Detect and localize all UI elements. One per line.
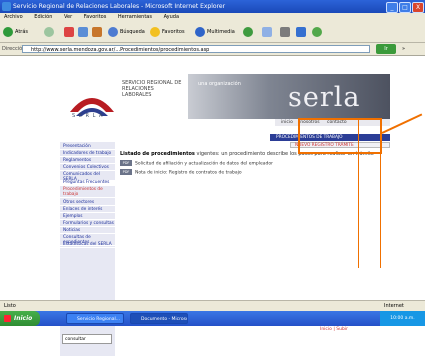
nav-item-reglamentos[interactable]: Reglamentos [60, 158, 115, 164]
address-bar: Dirección http://www.serla.mendoza.gov.a… [0, 43, 425, 56]
start-button[interactable]: Inicio [0, 311, 40, 326]
refresh-icon [78, 26, 88, 37]
stop-button[interactable] [64, 26, 76, 38]
highlight-annotation [298, 118, 382, 154]
go-button[interactable]: Ir [376, 44, 396, 54]
site-search-input[interactable]: consultar [62, 334, 112, 344]
print-button[interactable] [280, 26, 292, 38]
history-icon [243, 26, 253, 37]
menu-tools[interactable]: Herramientas [118, 14, 152, 20]
menu-help[interactable]: Ayuda [164, 14, 179, 20]
menu-view[interactable]: Ver [64, 14, 72, 20]
forward-arrow-icon [44, 26, 54, 37]
nav-item-formularios[interactable]: Formularios y consultas [60, 221, 115, 227]
stop-icon [64, 26, 74, 37]
nav-item-otros[interactable]: Otros sectores [60, 200, 115, 206]
highlight-guide-left [358, 118, 359, 268]
ie-icon [2, 2, 11, 11]
pdf-icon: PDF [120, 169, 132, 175]
banner-logo-text: serla [288, 82, 361, 113]
edit-button[interactable] [296, 26, 308, 38]
window-title: Servicio Regional de Relaciones Laborale… [13, 3, 226, 10]
windows-logo-icon [4, 315, 11, 322]
home-button[interactable] [92, 26, 104, 38]
nav-item-convenios[interactable]: Convenios Colectivos [60, 165, 115, 171]
print-icon [280, 26, 290, 37]
messenger-icon [312, 26, 322, 37]
nav-item-indicadores[interactable]: Indicadores de trabajo [60, 151, 115, 157]
list-item[interactable]: PDF Nota de inicio: Registro de contratos… [120, 169, 390, 177]
taskbar-item-browser[interactable]: Servicio Regional... [66, 313, 124, 324]
logo-text: S E R L A [72, 113, 104, 119]
status-text: Listo [4, 303, 16, 309]
mail-icon [262, 26, 272, 37]
mail-button[interactable] [262, 26, 274, 38]
topnav-home[interactable]: inicio [281, 120, 293, 125]
media-icon [195, 26, 205, 37]
menu-edit[interactable]: Edición [34, 14, 52, 20]
search-icon [108, 26, 118, 37]
nav-item-estadisticas[interactable]: Estadísticas del SERLA [60, 242, 115, 248]
back-button[interactable]: Atrás [3, 26, 28, 38]
nav-item-noticias[interactable]: Noticias [60, 228, 115, 234]
close-button[interactable]: X [412, 2, 424, 13]
nav-item-enlaces[interactable]: Enlaces de interés [60, 207, 115, 213]
header-organization-text: SERVICIO REGIONAL DE RELACIONES LABORALE… [122, 80, 182, 98]
forward-button[interactable] [44, 26, 56, 38]
history-button[interactable] [243, 26, 255, 38]
menu-file[interactable]: Archivo [4, 14, 23, 20]
status-bar: Listo Internet [0, 300, 425, 311]
refresh-button[interactable] [78, 26, 90, 38]
taskbar: Inicio Servicio Regional... Documento - … [0, 311, 425, 326]
banner-tagline: una organización [198, 81, 241, 87]
star-icon [150, 26, 160, 37]
nav-item-ejemplos[interactable]: Ejemplos [60, 214, 115, 220]
favorites-button[interactable]: Favoritos [150, 26, 185, 38]
address-input[interactable]: http://www.serla.mendoza.gov.ar/...Proce… [22, 45, 370, 53]
list-item[interactable]: PDF Solicitud de afiliación y actualizaci… [120, 160, 390, 168]
edit-icon [296, 26, 306, 37]
nav-item-preguntas[interactable]: Preguntas Frecuentes [60, 180, 115, 186]
search-button[interactable]: Búsqueda [108, 26, 145, 38]
menu-bar: Archivo Edición Ver Favoritos Herramient… [0, 13, 425, 22]
taskbar-item-document[interactable]: Documento - Microsoft... [130, 313, 188, 324]
back-arrow-icon [3, 26, 13, 37]
minimize-button[interactable]: _ [386, 2, 398, 13]
home-icon [92, 26, 102, 37]
links-chevron[interactable]: » [402, 43, 405, 55]
highlight-guide-right [380, 118, 381, 268]
maximize-button[interactable]: □ [399, 2, 411, 13]
system-tray: 10:00 a.m. [380, 311, 425, 326]
browser-viewport: S E R L A SERVICIO REGIONAL DE RELACIONE… [0, 56, 425, 356]
menu-favorites[interactable]: Favoritos [84, 14, 107, 20]
web-page: S E R L A SERVICIO REGIONAL DE RELACIONE… [60, 74, 390, 356]
nav-item-presentacion[interactable]: Presentación [60, 144, 115, 150]
pdf-icon: PDF [120, 160, 132, 166]
messenger-button[interactable] [312, 26, 324, 38]
zone-text: Internet [384, 303, 404, 309]
nav-item-procedimientos[interactable]: Procedimientos de trabajo [60, 187, 115, 198]
window-title-bar[interactable]: Servicio Regional de Relaciones Laborale… [0, 0, 425, 13]
toolbar: Atrás Búsqueda Favoritos Multimedia [0, 22, 425, 43]
clock: 10:00 a.m. [390, 316, 415, 321]
media-button[interactable]: Multimedia [195, 26, 235, 38]
footer-link[interactable]: Inicio | Subir [320, 327, 348, 332]
